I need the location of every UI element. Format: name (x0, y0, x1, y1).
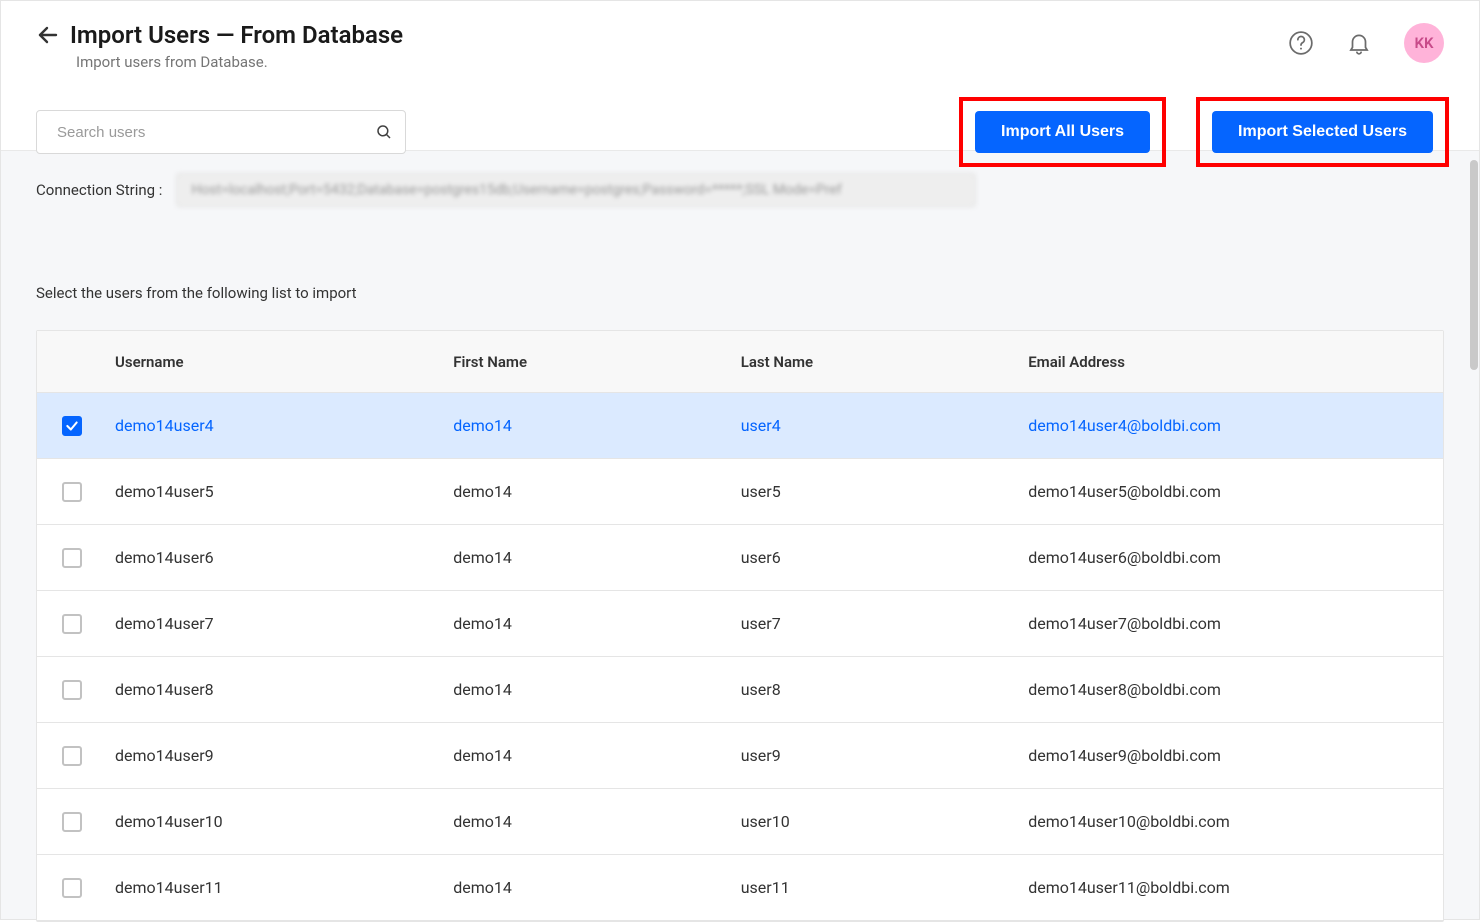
cell-first: demo14 (445, 680, 733, 699)
action-row: Import All Users Import Selected Users (36, 97, 1449, 167)
highlight-import-selected: Import Selected Users (1196, 97, 1449, 167)
scrollbar[interactable] (1470, 160, 1478, 370)
table-row[interactable]: demo14user9demo14user9demo14user9@boldbi… (37, 723, 1443, 789)
col-email: Email Address (1020, 353, 1443, 371)
title-row: Import Users — From Database (36, 21, 1449, 49)
instruction-text: Select the users from the following list… (36, 284, 1444, 302)
cell-email: demo14user7@boldbi.com (1020, 614, 1443, 633)
cell-last: user10 (733, 812, 1020, 831)
row-checkbox[interactable] (62, 482, 82, 502)
row-checkbox-cell (37, 746, 107, 766)
cell-first: demo14 (445, 878, 733, 897)
table-row[interactable]: demo14user11demo14user11demo14user11@bol… (37, 855, 1443, 921)
row-checkbox[interactable] (62, 878, 82, 898)
search-box[interactable] (36, 110, 406, 154)
row-checkbox[interactable] (62, 680, 82, 700)
row-checkbox-cell (37, 614, 107, 634)
table-row[interactable]: demo14user4demo14user4demo14user4@boldbi… (37, 393, 1443, 459)
import-all-button[interactable]: Import All Users (975, 111, 1150, 153)
cell-email: demo14user5@boldbi.com (1020, 482, 1443, 501)
cell-first: demo14 (445, 482, 733, 501)
connection-row: Connection String : Host=localhost;Port=… (36, 173, 1444, 207)
col-firstname: First Name (445, 353, 733, 371)
col-lastname: Last Name (733, 353, 1020, 371)
bell-icon[interactable] (1346, 30, 1372, 56)
row-checkbox-cell (37, 482, 107, 502)
cell-username: demo14user6 (107, 548, 445, 567)
cell-email: demo14user6@boldbi.com (1020, 548, 1443, 567)
cell-username: demo14user10 (107, 812, 445, 831)
cell-username: demo14user7 (107, 614, 445, 633)
row-checkbox-cell (37, 812, 107, 832)
cell-first: demo14 (445, 812, 733, 831)
top-icons: KK (1288, 23, 1444, 63)
header: Import Users — From Database Import user… (1, 1, 1479, 151)
cell-first: demo14 (445, 746, 733, 765)
users-table: Username First Name Last Name Email Addr… (36, 330, 1444, 922)
page-subtitle: Import users from Database. (76, 53, 1449, 71)
row-checkbox-cell (37, 416, 107, 436)
cell-username: demo14user4 (107, 416, 445, 435)
cell-last: user7 (733, 614, 1020, 633)
row-checkbox[interactable] (62, 812, 82, 832)
row-checkbox[interactable] (62, 614, 82, 634)
search-icon[interactable] (375, 123, 393, 141)
cell-username: demo14user8 (107, 680, 445, 699)
connection-label: Connection String : (36, 173, 162, 199)
row-checkbox[interactable] (62, 746, 82, 766)
cell-last: user4 (733, 416, 1020, 435)
cell-email: demo14user4@boldbi.com (1020, 416, 1443, 435)
cell-first: demo14 (445, 416, 733, 435)
cell-first: demo14 (445, 614, 733, 633)
cell-last: user8 (733, 680, 1020, 699)
row-checkbox[interactable] (62, 416, 82, 436)
cell-first: demo14 (445, 548, 733, 567)
cell-username: demo14user11 (107, 878, 445, 897)
connection-block: Host=localhost;Port=5432;Database=postgr… (176, 173, 976, 207)
table-row[interactable]: demo14user6demo14user6demo14user6@boldbi… (37, 525, 1443, 591)
cell-email: demo14user9@boldbi.com (1020, 746, 1443, 765)
row-checkbox[interactable] (62, 548, 82, 568)
table-body: demo14user4demo14user4demo14user4@boldbi… (37, 393, 1443, 921)
cell-email: demo14user8@boldbi.com (1020, 680, 1443, 699)
primary-buttons: Import All Users Import Selected Users (959, 97, 1449, 167)
row-checkbox-cell (37, 548, 107, 568)
avatar[interactable]: KK (1404, 23, 1444, 63)
cell-email: demo14user10@boldbi.com (1020, 812, 1443, 831)
import-selected-button[interactable]: Import Selected Users (1212, 111, 1433, 153)
cell-last: user6 (733, 548, 1020, 567)
table-row[interactable]: demo14user7demo14user7demo14user7@boldbi… (37, 591, 1443, 657)
cell-username: demo14user9 (107, 746, 445, 765)
table-row[interactable]: demo14user5demo14user5demo14user5@boldbi… (37, 459, 1443, 525)
cell-username: demo14user5 (107, 482, 445, 501)
cell-email: demo14user11@boldbi.com (1020, 878, 1443, 897)
table-row[interactable]: demo14user8demo14user8demo14user8@boldbi… (37, 657, 1443, 723)
table-row[interactable]: demo14user10demo14user10demo14user10@bol… (37, 789, 1443, 855)
highlight-import-all: Import All Users (959, 97, 1166, 167)
row-checkbox-cell (37, 878, 107, 898)
page-title: Import Users — From Database (70, 21, 403, 49)
cell-last: user5 (733, 482, 1020, 501)
cell-last: user11 (733, 878, 1020, 897)
row-checkbox-cell (37, 680, 107, 700)
back-arrow-icon[interactable] (36, 23, 60, 47)
main-panel: Connection String : Host=localhost;Port=… (1, 151, 1479, 919)
col-username: Username (107, 353, 445, 371)
search-input[interactable] (57, 124, 375, 141)
cell-last: user9 (733, 746, 1020, 765)
table-header: Username First Name Last Name Email Addr… (37, 331, 1443, 393)
help-icon[interactable] (1288, 30, 1314, 56)
connection-string: Host=localhost;Port=5432;Database=postgr… (176, 173, 976, 207)
